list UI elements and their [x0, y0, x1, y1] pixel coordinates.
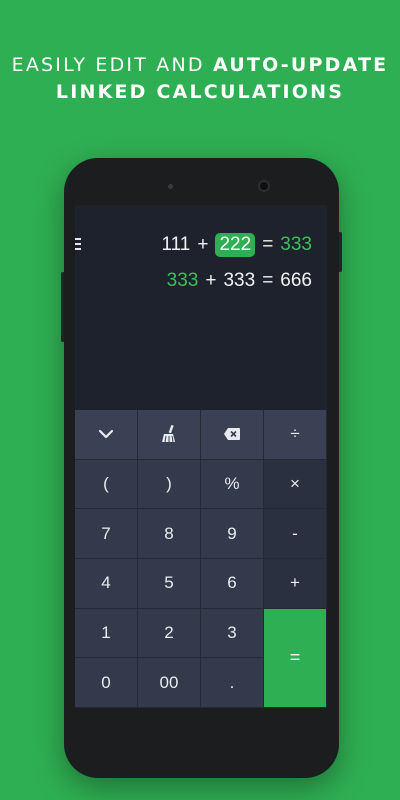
headline-normal-text: EASILY EDIT AND [11, 54, 213, 76]
double-zero-button[interactable]: 00 [138, 658, 201, 708]
close-paren-button[interactable]: ) [138, 459, 201, 510]
calculator-screen: 111 + 222 = 333 333 + 333 = 666 ÷ () % … [75, 205, 327, 708]
digit-3-button[interactable]: 3 [201, 608, 264, 659]
operator: + [197, 234, 209, 255]
calculation-display: 111 + 222 = 333 333 + 333 = 666 [75, 205, 327, 410]
multiply-button[interactable]: × [264, 459, 327, 510]
broom-icon [162, 425, 175, 443]
collapse-button[interactable] [75, 410, 138, 460]
minus-button[interactable]: - [264, 509, 327, 559]
divide-button[interactable]: ÷ [264, 410, 327, 460]
digit-6-button[interactable]: 6 [201, 559, 264, 609]
open-paren-button[interactable]: ( [75, 459, 138, 510]
digit-8-button[interactable]: 8 [138, 509, 201, 559]
backspace-icon [224, 428, 240, 441]
decimal-point-button[interactable]: . [201, 658, 264, 708]
digit-9-button[interactable]: 9 [201, 509, 264, 559]
equals-button[interactable]: = [264, 608, 327, 708]
phone-camera [258, 180, 270, 192]
calculation-line-2[interactable]: 333 + 333 = 666 [167, 270, 312, 292]
headline-bold-text: AUTO-UPDATE [212, 54, 389, 76]
equals-sign: = [262, 270, 274, 291]
operand-a: 111 [161, 234, 191, 255]
headline-line-2: LINKED CALCULATIONS [55, 81, 345, 103]
backspace-button[interactable] [201, 410, 264, 460]
headline-line-1: EASILY EDIT AND AUTO-UPDATE [0, 52, 400, 79]
chevron-down-icon [98, 430, 114, 439]
calculation-line-1[interactable]: 111 + 222 = 333 [161, 233, 312, 257]
percent-button[interactable]: % [201, 459, 264, 510]
digit-0-button[interactable]: 0 [75, 658, 138, 708]
keypad: ÷ ( ) % × 7 8 9 - 4 5 6 + 1 2 3 = 0 00 . [75, 410, 327, 708]
clear-button[interactable] [138, 410, 201, 460]
result-value: 333 [280, 234, 312, 255]
menu-icon[interactable] [75, 238, 83, 250]
promo-headline: EASILY EDIT AND AUTO-UPDATE LINKED CALCU… [0, 52, 400, 106]
operator: + [205, 270, 217, 291]
digit-1-button[interactable]: 1 [75, 608, 138, 659]
selected-operand[interactable]: 222 [215, 233, 256, 257]
digit-4-button[interactable]: 4 [75, 559, 138, 609]
plus-button[interactable]: + [264, 559, 327, 609]
result-value: 666 [280, 270, 312, 291]
phone-sensor [168, 184, 173, 189]
operand-b: 333 [223, 270, 256, 291]
digit-2-button[interactable]: 2 [138, 608, 201, 659]
linked-operand[interactable]: 333 [167, 270, 199, 292]
digit-5-button[interactable]: 5 [138, 559, 201, 609]
equals-sign: = [262, 234, 274, 255]
digit-7-button[interactable]: 7 [75, 509, 138, 559]
